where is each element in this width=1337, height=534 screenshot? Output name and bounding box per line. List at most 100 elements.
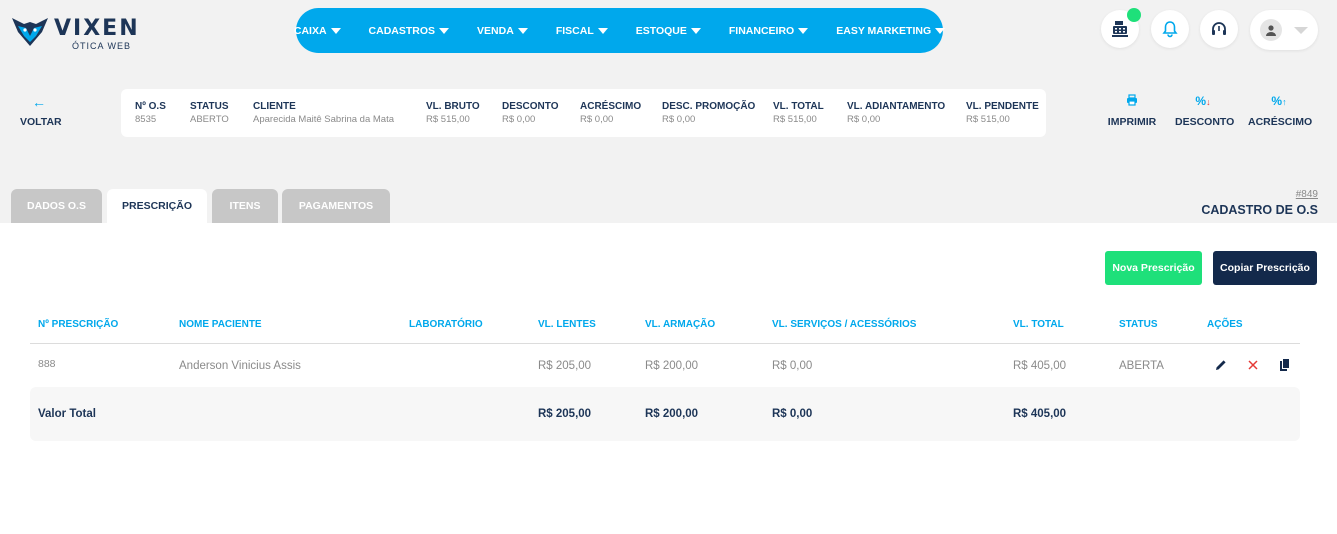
- caret-down-icon: [439, 27, 450, 34]
- column-header: VL. LENTES: [538, 319, 596, 330]
- tab-itens[interactable]: ITENS: [212, 189, 278, 223]
- summary-value: ABERTO: [190, 114, 229, 125]
- nav-label: FINANCEIRO: [728, 24, 795, 37]
- os-id-link[interactable]: #849: [1296, 189, 1318, 200]
- column-header: NOME PACIENTE: [179, 319, 262, 330]
- copy-icon: [1280, 358, 1290, 371]
- printer-svg: [1127, 94, 1137, 106]
- summary-value: R$ 515,00: [426, 114, 470, 125]
- percent-up-icon: %↑: [1271, 94, 1287, 108]
- cell-total: R$ 405,00: [1013, 360, 1067, 372]
- summary-value: Aparecida Maitê Sabrina da Mata: [253, 114, 394, 125]
- cell-status: ABERTA: [1119, 360, 1164, 372]
- nav-easy-marketing[interactable]: EASY MARKETING: [822, 16, 959, 46]
- column-header: VL. SERVIÇOS / ACESSÓRIOS: [772, 319, 917, 330]
- caret-down-icon: [935, 27, 946, 34]
- user-icon: [1266, 25, 1276, 36]
- summary-key: VL. ADIANTAMENTO: [847, 101, 946, 112]
- tab-prescricao[interactable]: PRESCRIÇÃO: [107, 189, 207, 223]
- nav-financeiro[interactable]: FINANCEIRO: [715, 16, 822, 46]
- cash-register-button[interactable]: [1101, 8, 1141, 48]
- pencil-icon: [1216, 360, 1226, 370]
- column-header: LABORATÓRIO: [409, 319, 483, 330]
- headset-icon: [1212, 22, 1226, 35]
- caret-down-icon: [798, 27, 809, 34]
- total-value: R$ 405,00: [1013, 408, 1067, 420]
- user-menu[interactable]: [1250, 10, 1318, 50]
- vixen-logo[interactable]: VIXEN ÓTICA WEB: [10, 12, 150, 52]
- chevron-down-icon: [1294, 27, 1308, 34]
- cell-frame: R$ 200,00: [645, 360, 699, 372]
- caret-down-icon: [330, 27, 341, 34]
- summary-total: VL. TOTAL R$ 515,00: [773, 101, 824, 125]
- print-label: IMPRIMIR: [1107, 116, 1157, 128]
- bell-icon: [1162, 21, 1178, 38]
- totals-label: Valor Total: [38, 408, 96, 420]
- column-header: AÇÕES: [1207, 319, 1243, 330]
- nav-fiscal[interactable]: FISCAL: [542, 16, 622, 46]
- summary-value: R$ 0,00: [662, 114, 696, 125]
- column-header: VL. TOTAL: [1013, 319, 1064, 330]
- main-nav: CAIXA CADASTROS VENDA FISCAL ESTOQUE FIN…: [294, 8, 946, 53]
- summary-promo-discount: DESC. PROMOÇÃO R$ 0,00: [662, 101, 755, 125]
- summary-key: Nº O.S: [135, 101, 166, 112]
- prescription-panel: Nova Prescrição Copiar Prescrição Nº PRE…: [0, 223, 1337, 534]
- summary-key: VL. TOTAL: [773, 101, 824, 112]
- nav-venda[interactable]: VENDA: [463, 16, 542, 46]
- summary-os-number: Nº O.S 8535: [135, 101, 166, 125]
- page-title: CADASTRO DE O.S: [1201, 203, 1318, 217]
- summary-value: R$ 0,00: [580, 114, 614, 125]
- column-header: Nº PRESCRIÇÃO: [38, 319, 119, 330]
- discount-button[interactable]: %↓ DESCONTO: [1175, 94, 1235, 128]
- printer-icon: [1107, 94, 1157, 110]
- summary-key: VL. PENDENTE: [966, 101, 1039, 112]
- delete-button[interactable]: [1245, 357, 1261, 373]
- cell-services: R$ 0,00: [772, 360, 813, 372]
- summary-key: ACRÉSCIMO: [580, 101, 642, 112]
- summary-advance: VL. ADIANTAMENTO R$ 0,00: [847, 101, 945, 125]
- total-frame: R$ 200,00: [645, 408, 699, 420]
- summary-key: CLIENTE: [253, 101, 296, 112]
- summary-value: R$ 515,00: [966, 114, 1010, 125]
- copy-button[interactable]: [1277, 357, 1293, 373]
- summary-gross: VL. BRUTO R$ 515,00: [426, 101, 480, 125]
- copy-prescription-button[interactable]: Copiar Prescrição: [1213, 251, 1317, 285]
- edit-button[interactable]: [1213, 357, 1229, 373]
- discount-label: DESCONTO: [1175, 116, 1235, 128]
- print-button[interactable]: IMPRIMIR: [1107, 94, 1157, 128]
- support-button[interactable]: [1200, 10, 1238, 48]
- tab-dados-os[interactable]: DADOS O.S: [11, 189, 102, 223]
- fox-logo-icon: [12, 18, 48, 46]
- nav-caixa[interactable]: CAIXA: [280, 16, 355, 46]
- cell-prescription-number: 888: [38, 358, 56, 370]
- total-lenses: R$ 205,00: [538, 408, 592, 420]
- summary-key: VL. BRUTO: [426, 101, 480, 112]
- nav-cadastros[interactable]: CADASTROS: [355, 16, 464, 46]
- brand-name: VIXEN: [54, 16, 140, 41]
- percent-down-icon: %↓: [1195, 94, 1211, 108]
- nav-estoque[interactable]: ESTOQUE: [622, 16, 715, 46]
- nav-label: ESTOQUE: [635, 24, 687, 37]
- summary-value: R$ 0,00: [502, 114, 536, 125]
- notifications-button[interactable]: [1151, 10, 1189, 48]
- summary-key: DESCONTO: [502, 101, 559, 112]
- surcharge-button[interactable]: %↑ ACRÉSCIMO: [1248, 94, 1313, 128]
- status-online-dot: [1127, 8, 1141, 22]
- summary-status: STATUS ABERTO: [190, 101, 229, 125]
- header-divider: [30, 343, 1300, 344]
- back-label: VOLTAR: [20, 116, 62, 128]
- new-prescription-button[interactable]: Nova Prescrição: [1105, 251, 1202, 285]
- caret-down-icon: [690, 27, 701, 34]
- surcharge-label: ACRÉSCIMO: [1248, 116, 1313, 128]
- caret-down-icon: [517, 27, 528, 34]
- cell-patient: Anderson Vinicius Assis: [179, 360, 301, 372]
- cash-register-icon: [1112, 21, 1128, 37]
- arrow-left-icon: ←: [32, 94, 46, 110]
- summary-discount: DESCONTO R$ 0,00: [502, 101, 559, 125]
- summary-value: R$ 0,00: [847, 114, 881, 125]
- summary-key: DESC. PROMOÇÃO: [662, 101, 756, 112]
- summary-value: 8535: [135, 114, 157, 125]
- summary-surcharge: ACRÉSCIMO R$ 0,00: [580, 101, 641, 125]
- back-button[interactable]: ← VOLTAR: [20, 94, 64, 128]
- tab-pagamentos[interactable]: PAGAMENTOS: [282, 189, 390, 223]
